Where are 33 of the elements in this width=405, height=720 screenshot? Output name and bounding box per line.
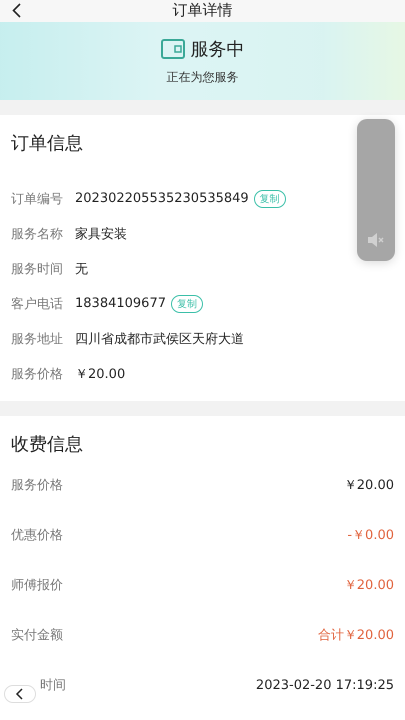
copy-button[interactable]: 复制 [170, 294, 203, 312]
field-label: 客户电话 [11, 296, 64, 312]
field-value: ￥20.00 [344, 577, 394, 594]
field-value: 合计￥20.00 [318, 627, 394, 644]
field-value: 无 [75, 260, 88, 278]
field-label: 优惠价格 [11, 527, 64, 544]
field-label: 服务价格 [11, 366, 64, 382]
status-title: 服务中 [190, 38, 244, 60]
field-label: 服务时间 [11, 260, 64, 278]
back-button[interactable] [4, 685, 36, 703]
field-value: ￥20.00 [344, 477, 394, 494]
field-value: 202302205535230535849 [75, 191, 249, 206]
field-label: 时间 [39, 677, 66, 694]
page-title: 订单详情 [172, 1, 232, 19]
section-title: 订单信息 [11, 132, 84, 155]
field-value: -￥0.00 [347, 527, 394, 544]
field-label: 师傅报价 [11, 577, 64, 594]
status-subtitle: 正在为您服务 [166, 68, 238, 86]
field-value: 家具安装 [75, 226, 127, 242]
field-label: 订单编号 [11, 190, 64, 208]
field-value: 18384109677 [75, 296, 166, 311]
back-icon[interactable] [12, 3, 21, 18]
wallet-icon [160, 38, 184, 58]
section-title: 收费信息 [11, 433, 84, 456]
field-label: 服务价格 [11, 477, 64, 494]
field-label: 服务名称 [11, 226, 64, 242]
back-icon [15, 688, 25, 700]
field-value: 2023-02-20 17:19:25 [256, 678, 394, 692]
field-label: 实付金额 [11, 627, 64, 644]
field-value: 四川省成都市武侯区天府大道 [75, 330, 244, 348]
copy-button[interactable]: 复制 [254, 190, 286, 208]
field-value: ￥20.00 [75, 366, 126, 382]
field-label: 服务地址 [11, 330, 64, 348]
